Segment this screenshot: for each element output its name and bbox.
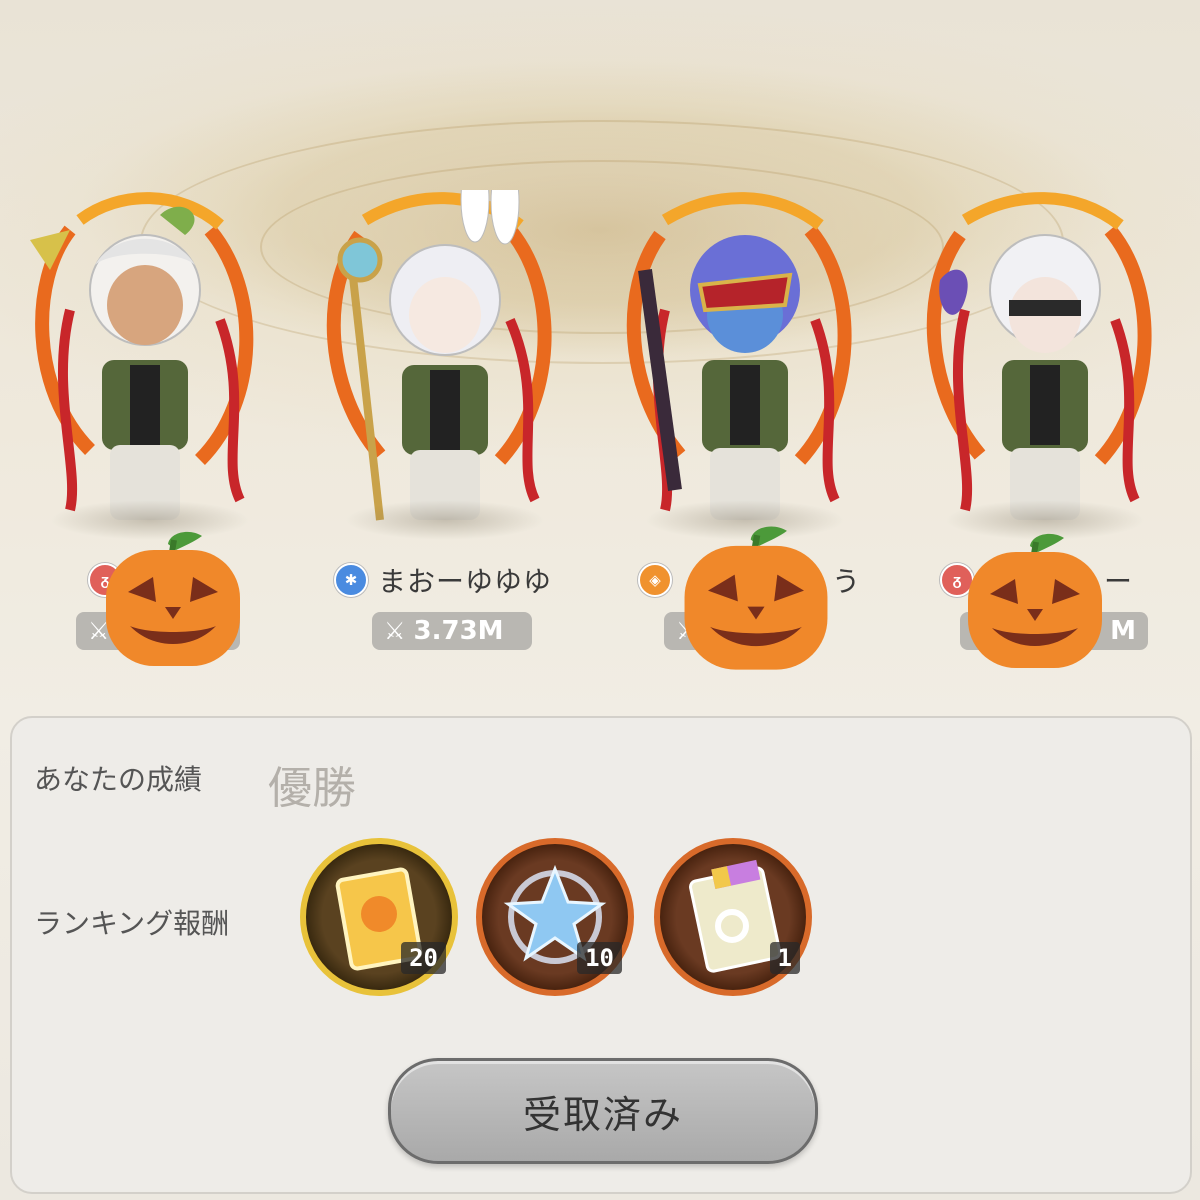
player-character-4[interactable] — [905, 190, 1175, 530]
player-character-1[interactable] — [10, 190, 280, 530]
earth-element-icon: ◈ — [638, 563, 672, 597]
power-value: M — [1110, 616, 1136, 646]
player-power-badge: ⚔ 3.73M — [372, 612, 532, 650]
player-character-2[interactable] — [305, 190, 575, 530]
pumpkin-sticker-icon — [968, 533, 1102, 668]
reward-item-gold-card[interactable]: 20 — [300, 838, 458, 996]
player-character-3[interactable] — [605, 190, 875, 530]
player-name: う — [832, 565, 862, 598]
wind-element-icon: ✱ — [334, 563, 368, 597]
power-value: 3.73M — [413, 616, 504, 646]
reward-item-rainbow-ticket[interactable]: 1 — [654, 838, 812, 996]
reward-item-blue-crystal[interactable]: 10 — [476, 838, 634, 996]
pumpkin-sticker-icon — [106, 531, 240, 666]
player-name-row-2: ✱ まおーゆゆゆ — [334, 560, 552, 600]
reward-label: ランキング報酬 — [34, 907, 230, 940]
result-value: 優勝 — [268, 763, 356, 814]
character-shadow — [345, 500, 545, 540]
player-name: まおーゆゆゆ — [378, 565, 553, 598]
reward-count: 1 — [769, 942, 800, 974]
claimed-button[interactable]: 受取済み — [388, 1058, 818, 1164]
reward-count: 10 — [577, 942, 622, 974]
result-label: あなたの成績 — [34, 763, 203, 796]
reward-count: 20 — [401, 942, 446, 974]
pumpkin-sticker-icon — [684, 526, 828, 670]
crossed-swords-icon: ⚔ — [384, 617, 406, 645]
